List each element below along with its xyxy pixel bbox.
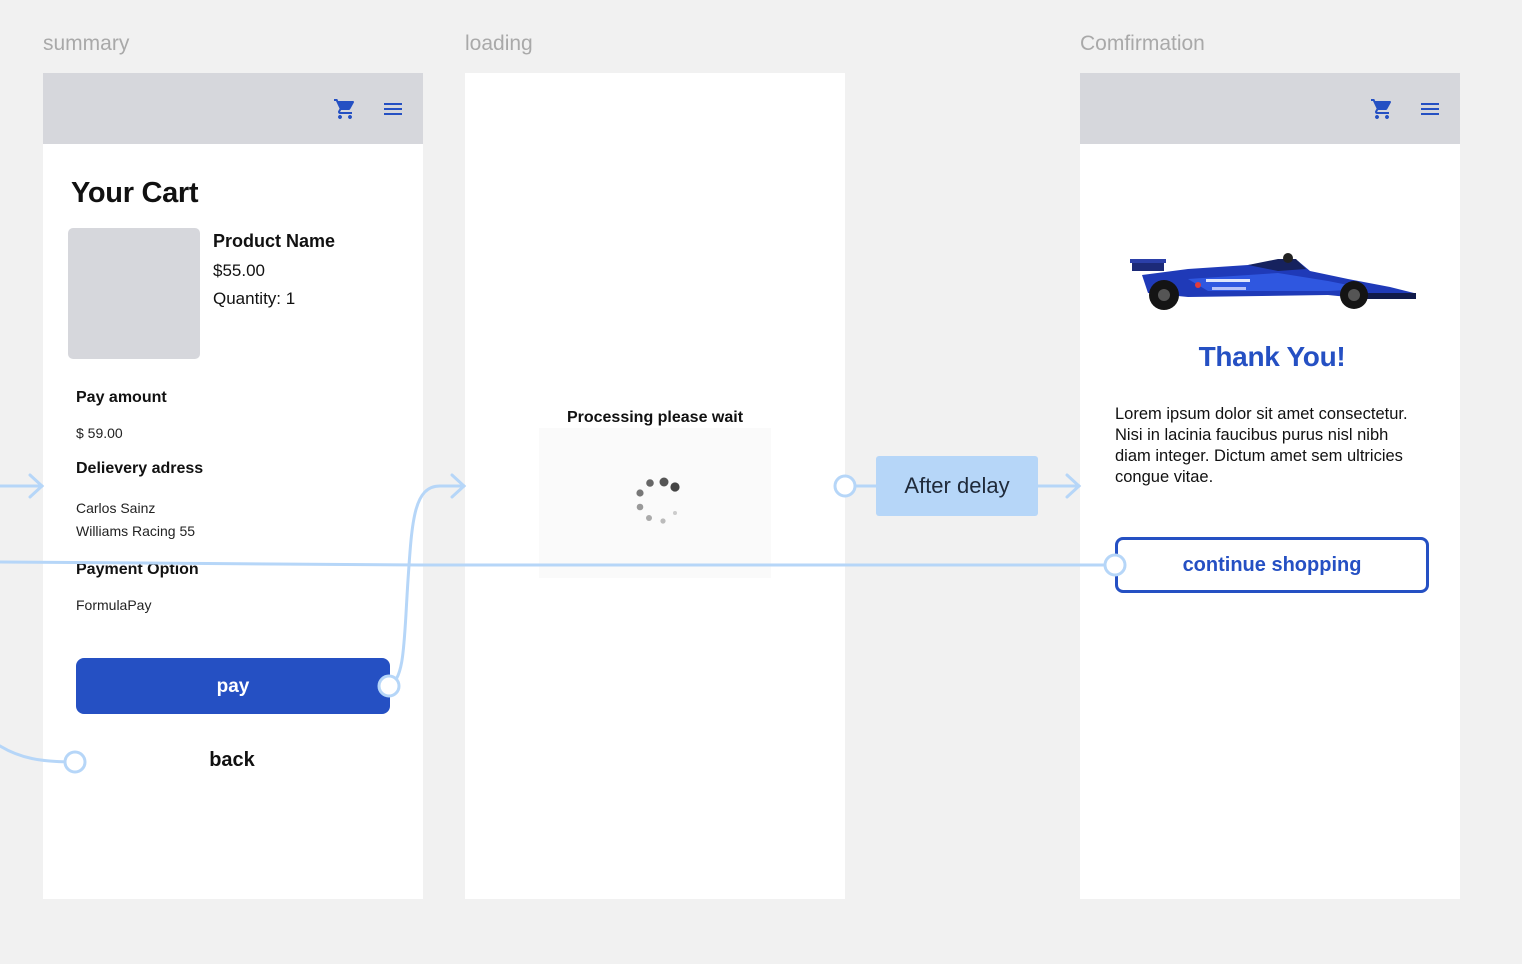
product-name: Product Name: [213, 231, 336, 251]
pay-amount-heading: Pay amount: [76, 389, 167, 406]
delivery-name: Carlos Sainz: [76, 500, 156, 516]
payment-option-heading: Payment Option: [76, 561, 199, 578]
shopping-cart-icon[interactable]: [1370, 97, 1394, 121]
pay-amount-value: $ 59.00: [76, 425, 123, 441]
confirmation-message: Lorem ipsum dolor sit amet consectetur. …: [1115, 405, 1408, 486]
race-car-image: [1130, 253, 1416, 310]
frame-label-summary: summary: [43, 32, 130, 55]
product-quantity: Quantity: 1: [213, 289, 296, 308]
frame-label-loading: loading: [465, 32, 533, 55]
product-image-placeholder: [68, 228, 200, 359]
top-bar: [43, 73, 423, 144]
continue-shopping-button[interactable]: continue shopping: [1115, 537, 1429, 593]
product-price: $55.00: [213, 261, 265, 280]
arrow-head-icon: [450, 473, 467, 499]
arrow-head-icon: [28, 473, 45, 499]
pay-button[interactable]: pay: [76, 658, 390, 714]
top-bar: [1080, 73, 1460, 144]
loading-spinner-icon: [636, 477, 680, 524]
page-title: Your Cart: [71, 177, 199, 209]
summary-frame: Your Cart Product Name $55.00 Quantity: …: [43, 73, 423, 899]
back-button[interactable]: back: [182, 749, 282, 777]
arrow-head-icon: [1065, 473, 1082, 499]
thank-you-heading: Thank You!: [1198, 341, 1346, 372]
after-delay-trigger: After delay: [876, 456, 1038, 516]
payment-option-value: FormulaPay: [76, 597, 152, 613]
processing-message: Processing please wait: [566, 409, 744, 426]
delivery-team: Williams Racing 55: [76, 523, 196, 539]
delivery-heading: Delievery adress: [76, 460, 204, 477]
spinner-container: [539, 428, 771, 578]
shopping-cart-icon[interactable]: [333, 97, 357, 121]
hamburger-menu-icon[interactable]: [381, 97, 405, 121]
hamburger-menu-icon[interactable]: [1418, 97, 1442, 121]
frame-label-confirmation: Comfirmation: [1080, 32, 1205, 55]
confirmation-frame: Thank You! Lorem ipsum dolor sit amet co…: [1080, 73, 1460, 899]
loading-frame: Processing please wait: [465, 73, 845, 899]
